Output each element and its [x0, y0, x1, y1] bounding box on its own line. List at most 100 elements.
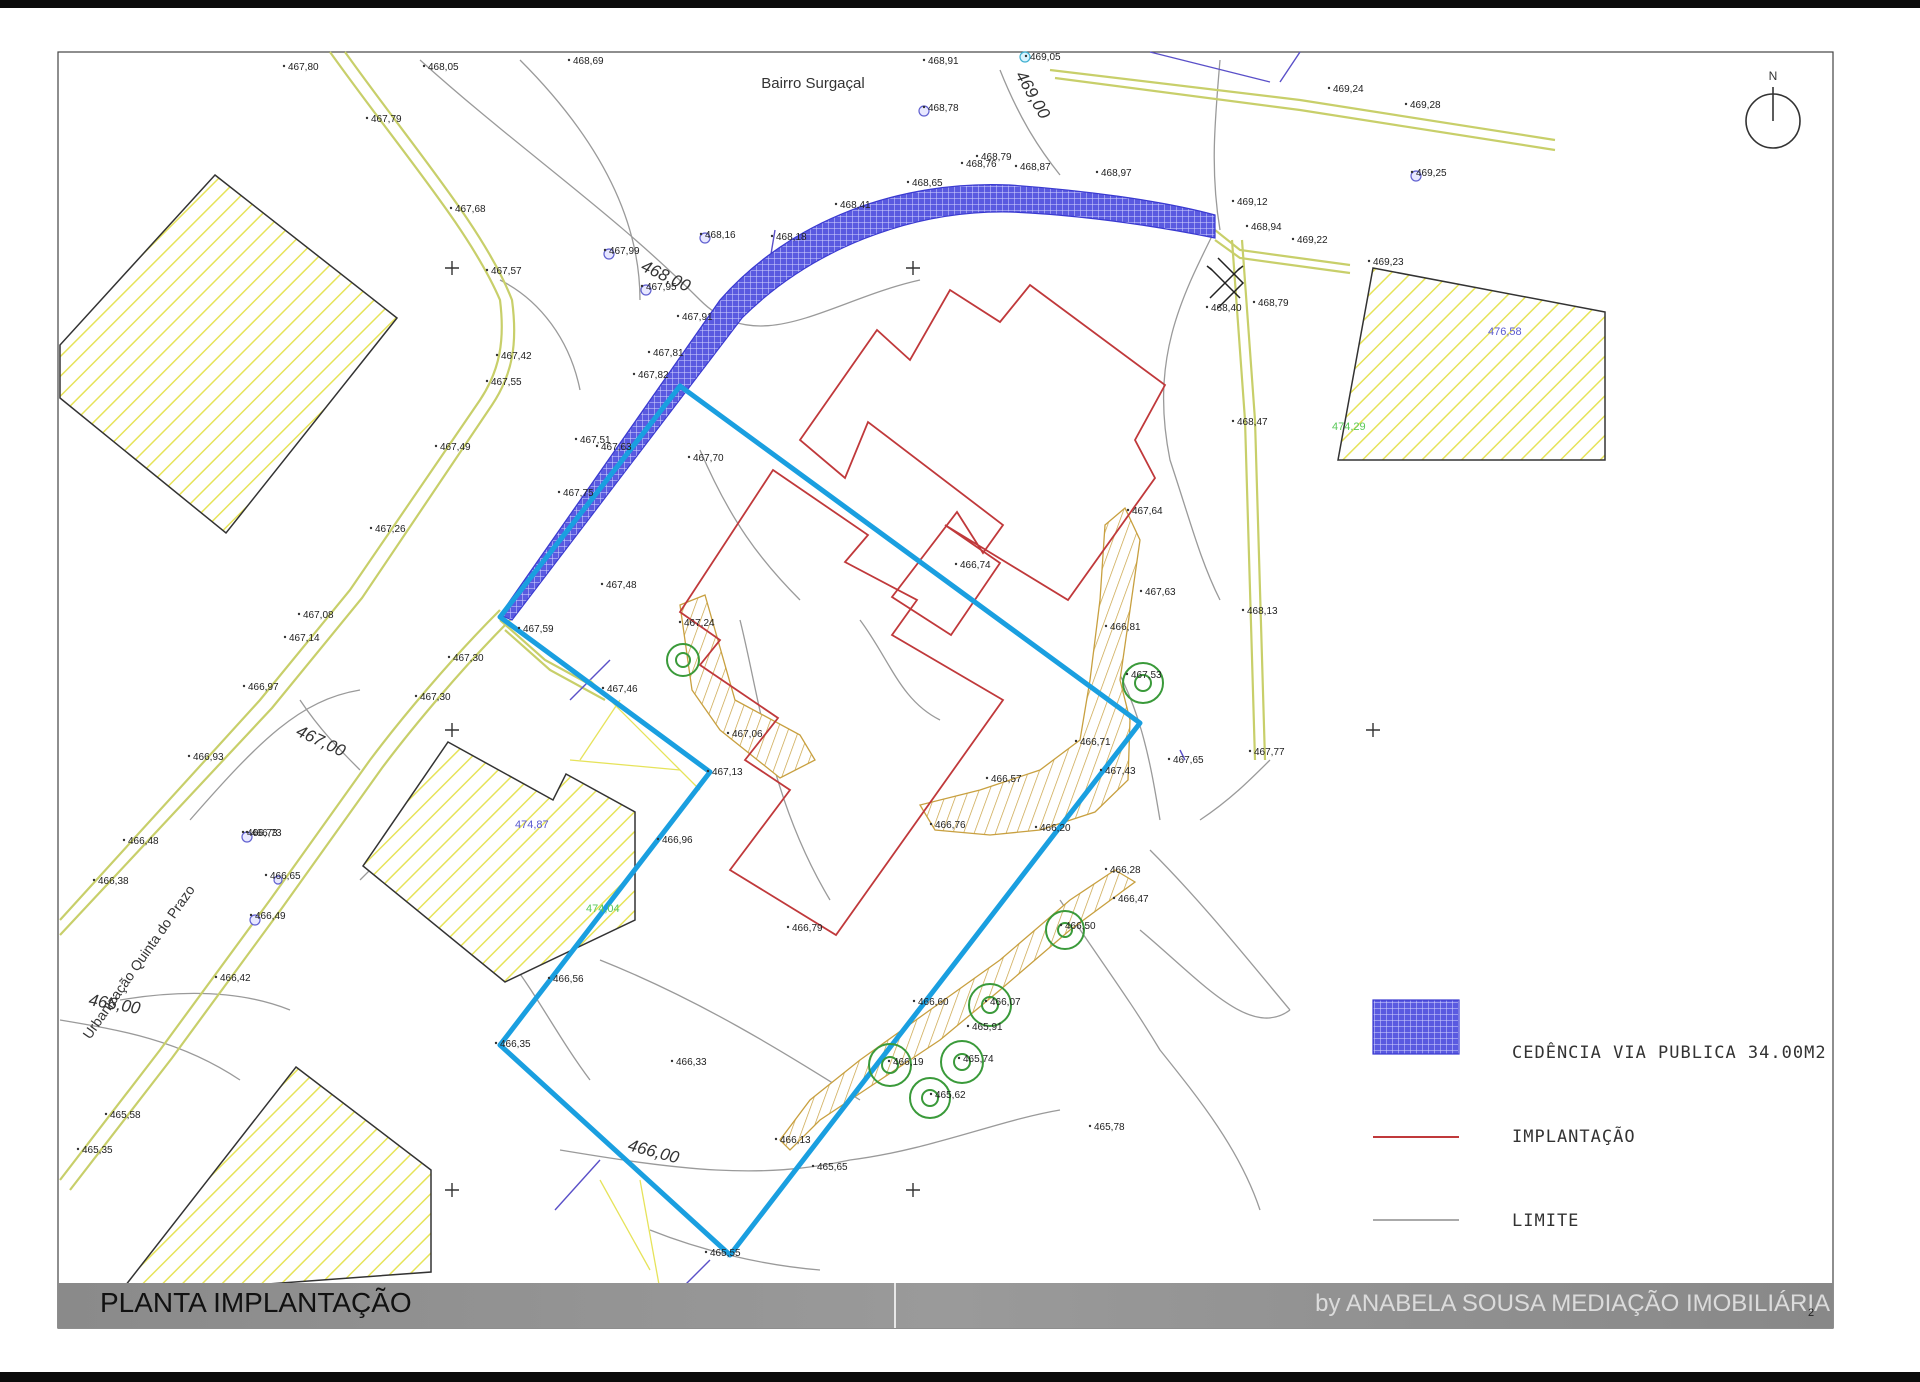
elevation-point: 466,38: [92, 876, 129, 887]
elevation-label: 468,78: [928, 103, 959, 114]
building-height-label: 474,87: [515, 819, 549, 831]
elevation-label: 469,24: [1333, 84, 1364, 95]
elevation-point: 468,79: [1252, 298, 1289, 309]
elevation-label: 465,78: [1094, 1122, 1125, 1133]
elevation-point: 467,48: [600, 580, 637, 591]
elevation-label: 469,23: [1373, 257, 1404, 268]
watermark: by ANABELA SOUSA MEDIAÇÃO IMOBILIÁRIA: [1315, 1290, 1830, 1317]
elevation-label: 467,77: [1254, 747, 1285, 758]
elevation-point: 467,26: [369, 524, 406, 535]
elevation-label: 466,79: [792, 923, 823, 934]
legend-swatch-cedencia: [1372, 999, 1460, 1055]
elevation-label: 466,33: [676, 1057, 707, 1068]
elevation-point: 469,25: [1410, 168, 1447, 179]
elevation-label: 467,57: [491, 266, 522, 277]
elevation-label: 469,22: [1297, 235, 1328, 246]
elevation-label: 465,58: [110, 1110, 141, 1121]
elevation-point: 467,42: [495, 351, 532, 362]
elevation-label: 467,08: [303, 610, 334, 621]
elevation-label: 466,74: [960, 560, 991, 571]
elevation-point: 466,81: [1104, 622, 1141, 633]
elevation-point: 466,97: [242, 682, 279, 693]
elevation-point: 467,08: [297, 610, 334, 621]
elevation-point: 466,13: [774, 1135, 811, 1146]
building-height-label: 474,29: [1332, 421, 1366, 433]
elevation-label: 467,46: [607, 684, 638, 695]
elevation-point: 466,60: [912, 997, 949, 1008]
elevation-point: 466,33: [670, 1057, 707, 1068]
elevation-point: 468,94: [1245, 222, 1282, 233]
elevation-point: 466,20: [1034, 823, 1071, 834]
elevation-label: 466,65: [270, 871, 301, 882]
elevation-label: 465,74: [963, 1054, 994, 1065]
elevation-point: 467,06: [726, 729, 763, 740]
elevation-label: 469,05: [1030, 52, 1061, 63]
elevation-label: 466,19: [893, 1057, 924, 1068]
elevation-label: 466,42: [220, 973, 251, 984]
elevation-point: 466,74: [954, 560, 991, 571]
elevation-label: 467,24: [684, 618, 715, 629]
elevation-label: 467,30: [420, 692, 451, 703]
elevation-point: 465,62: [929, 1090, 966, 1101]
elevation-label: 467,95: [646, 282, 677, 293]
elevation-point: 469,22: [1291, 235, 1328, 246]
elevation-label: 468,05: [428, 62, 459, 73]
elevation-label: 466,13: [780, 1135, 811, 1146]
elevation-point: 466,47: [1112, 894, 1149, 905]
elevation-point: 467,80: [282, 62, 319, 73]
elevation-label: 467,42: [501, 351, 532, 362]
elevation-label: 467,59: [523, 624, 554, 635]
elevation-label: 469,12: [1237, 197, 1268, 208]
elevation-point: 467,51: [574, 435, 611, 446]
elevation-point: 467,24: [678, 618, 715, 629]
elevation-label: 465,65: [817, 1162, 848, 1173]
elevation-label: 467,06: [732, 729, 763, 740]
elevation-label: 468,79: [1258, 298, 1289, 309]
elevation-label: 467,75: [563, 488, 594, 499]
elevation-label: 466,57: [991, 774, 1022, 785]
elevation-point: 466,76: [929, 820, 966, 831]
page-number: 2: [1808, 1307, 1814, 1319]
elevation-point: 467,59: [517, 624, 554, 635]
elevation-point: 467,55: [485, 377, 522, 388]
elevation-point: 467,81: [647, 348, 684, 359]
elevation-point: 467,49: [434, 442, 471, 453]
elevation-label: 467,80: [288, 62, 319, 73]
elevation-label: 465,55: [710, 1248, 741, 1259]
elevation-label: 466,73: [247, 828, 278, 839]
elevation-label: 466,93: [193, 752, 224, 763]
elevation-point: 467,53: [1125, 670, 1162, 681]
elevation-label: 468,97: [1101, 168, 1132, 179]
elevation-point: 468,97: [1095, 168, 1132, 179]
place-label-bairro: Bairro Surgaçal: [761, 75, 864, 92]
elevation-point: 465,35: [76, 1145, 113, 1156]
elevation-point: 465,91: [966, 1022, 1003, 1033]
elevation-point: 467,57: [485, 266, 522, 277]
elevation-label: 466,60: [918, 997, 949, 1008]
elevation-point: 467,99: [603, 246, 640, 257]
elevation-label: 469,25: [1416, 168, 1447, 179]
elevation-point: 467,95: [640, 282, 677, 293]
elevation-label: 467,43: [1105, 766, 1136, 777]
elevation-point: 466,07: [984, 997, 1021, 1008]
elevation-label: 466,49: [255, 911, 286, 922]
elevation-point: 467,43: [1099, 766, 1136, 777]
elevation-point: 466,73: [241, 828, 278, 839]
elevation-point: 466,96: [656, 835, 693, 846]
elevation-point: 467,13: [706, 767, 743, 778]
elevation-label: 466,47: [1118, 894, 1149, 905]
elevation-label: 467,63: [1145, 587, 1176, 598]
elevation-point: 468,13: [1241, 606, 1278, 617]
elevation-point: 466,28: [1104, 865, 1141, 876]
elevation-label: 466,81: [1110, 622, 1141, 633]
elevation-label: 468,41: [840, 200, 871, 211]
elevation-point: 465,78: [1088, 1122, 1125, 1133]
elevation-label: 467,91: [682, 312, 713, 323]
elevation-point: 467,68: [449, 204, 486, 215]
elevation-label: 467,82: [638, 370, 669, 381]
elevation-label: 467,53: [1131, 670, 1162, 681]
elevation-point: 466,42: [214, 973, 251, 984]
elevation-point: 468,40: [1205, 303, 1242, 314]
elevation-point: 468,65: [906, 178, 943, 189]
elevation-label: 467,49: [440, 442, 471, 453]
